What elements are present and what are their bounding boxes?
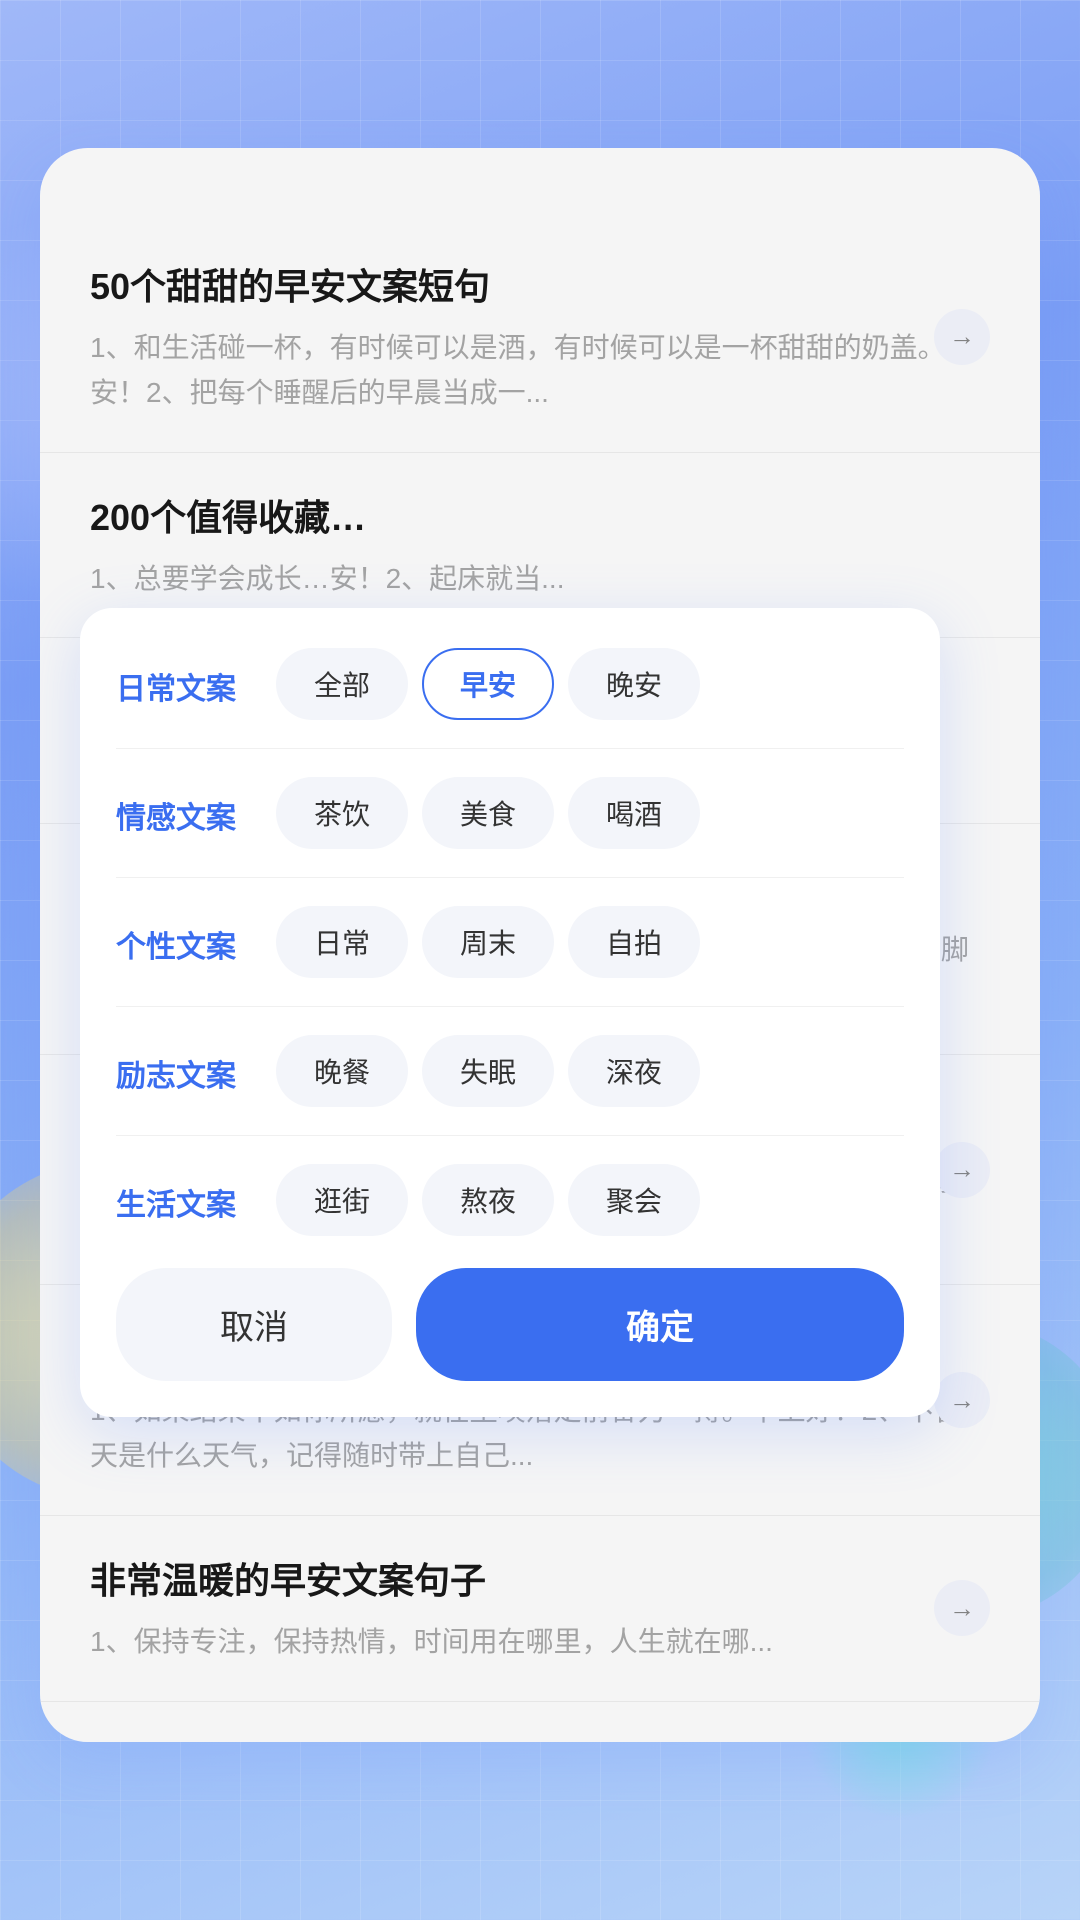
arrow-icon: → — [934, 1142, 990, 1198]
filter-tag[interactable]: 日常 — [276, 906, 408, 978]
filter-tag[interactable]: 早安 — [422, 648, 554, 720]
list-item-desc: 1、和生活碰一杯，有时候可以是酒，有时候可以是一杯甜甜的奶盖。早安！2、把每个睡… — [90, 326, 990, 416]
list-item-desc: 1、保持专注，保持热情，时间用在哪里，人生就在哪... — [90, 1620, 990, 1665]
filter-category-label: 个性文案 — [116, 906, 276, 978]
filter-category-label: 励志文案 — [116, 1035, 276, 1107]
filter-divider — [116, 1006, 904, 1007]
filter-category-label: 情感文案 — [116, 777, 276, 849]
filter-tag[interactable]: 失眠 — [422, 1035, 554, 1107]
list-item[interactable]: 非常温暖的早安文案句子 1、保持专注，保持热情，时间用在哪里，人生就在哪... … — [40, 1516, 1040, 1702]
filter-tag[interactable]: 晚安 — [568, 648, 700, 720]
filter-tag[interactable]: 聚会 — [568, 1164, 700, 1236]
filter-popup: 日常文案全部早安晚安情感文案茶饮美食喝酒个性文案日常周末自拍励志文案晚餐失眠深夜… — [80, 608, 940, 1417]
main-card: 50个甜甜的早安文案短句 1、和生活碰一杯，有时候可以是酒，有时候可以是一杯甜甜… — [40, 148, 1040, 1742]
filter-divider — [116, 1135, 904, 1136]
filter-category-label: 日常文案 — [116, 648, 276, 720]
filter-tags-row: 日常周末自拍 — [276, 906, 904, 978]
confirm-button[interactable]: 确定 — [416, 1268, 904, 1381]
filter-tags-row: 逛街熬夜聚会 — [276, 1164, 904, 1236]
header-section — [0, 0, 1080, 148]
filter-tag[interactable]: 熬夜 — [422, 1164, 554, 1236]
filter-tag[interactable]: 茶饮 — [276, 777, 408, 849]
filter-tag[interactable]: 喝酒 — [568, 777, 700, 849]
filter-actions: 取消 确定 — [116, 1268, 904, 1381]
list-item-title: 50个甜甜的早安文案短句 — [90, 258, 990, 310]
cancel-button[interactable]: 取消 — [116, 1268, 392, 1381]
filter-divider — [116, 877, 904, 878]
list-item-title: 200个值得收藏… — [90, 489, 990, 541]
filter-tag[interactable]: 美食 — [422, 777, 554, 849]
filter-tag[interactable]: 周末 — [422, 906, 554, 978]
filter-tag[interactable]: 逛街 — [276, 1164, 408, 1236]
filter-tag[interactable]: 晚餐 — [276, 1035, 408, 1107]
card-header — [40, 148, 1040, 222]
list-item[interactable]: 50个甜甜的早安文案短句 1、和生活碰一杯，有时候可以是酒，有时候可以是一杯甜甜… — [40, 222, 1040, 453]
list-item-title: 非常温暖的早安文案句子 — [90, 1552, 990, 1604]
filter-category-label: 生活文案 — [116, 1164, 276, 1236]
filter-tag[interactable]: 自拍 — [568, 906, 700, 978]
arrow-icon: → — [934, 1580, 990, 1636]
filter-tags-row: 全部早安晚安 — [276, 648, 904, 720]
arrow-icon: → — [934, 1372, 990, 1428]
filter-tag[interactable]: 全部 — [276, 648, 408, 720]
filter-tags-row: 晚餐失眠深夜 — [276, 1035, 904, 1107]
filter-grid: 日常文案全部早安晚安情感文案茶饮美食喝酒个性文案日常周末自拍励志文案晚餐失眠深夜… — [116, 648, 904, 1236]
arrow-icon: → — [934, 309, 990, 365]
list-item-desc: 1、总要学会成长…安！2、起床就当... — [90, 557, 990, 602]
filter-tags-row: 茶饮美食喝酒 — [276, 777, 904, 849]
filter-divider — [116, 748, 904, 749]
filter-tag[interactable]: 深夜 — [568, 1035, 700, 1107]
